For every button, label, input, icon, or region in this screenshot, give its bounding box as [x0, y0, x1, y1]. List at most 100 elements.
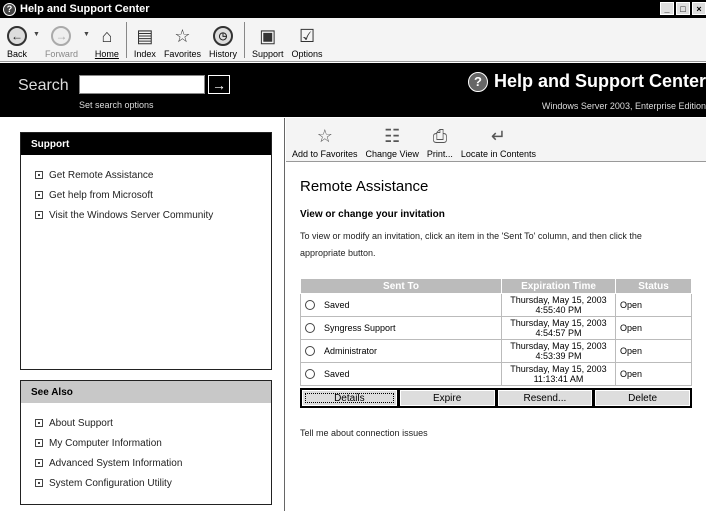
change-view-icon: ☷: [384, 126, 401, 146]
window-controls: _ □ ×: [660, 2, 706, 15]
connection-issues-link[interactable]: Tell me about connection issues: [300, 428, 428, 438]
change-view-label: Change View: [365, 149, 419, 159]
article-content: Remote Assistance View or change your in…: [300, 178, 700, 262]
sent-to-cell[interactable]: Administrator: [300, 339, 502, 363]
maximize-button[interactable]: □: [676, 2, 690, 15]
clock-icon: ◷: [212, 25, 234, 47]
index-button[interactable]: ▤ Index: [130, 19, 160, 61]
see-also-link-about-support[interactable]: About Support: [35, 413, 271, 433]
back-label: Back: [6, 49, 27, 59]
change-view-button[interactable]: ☷ Change View: [362, 119, 423, 161]
minimize-button[interactable]: _: [660, 2, 674, 15]
support-link-microsoft[interactable]: Get help from Microsoft: [35, 185, 271, 205]
back-button[interactable]: ← Back: [2, 19, 32, 61]
section-heading: View or change your invitation: [300, 209, 445, 220]
see-also-link-computer-info[interactable]: My Computer Information: [35, 433, 271, 453]
expiration-cell: Thursday, May 15, 2003 4:55:40 PM: [501, 293, 616, 317]
back-arrow-icon: ←: [6, 25, 28, 47]
sent-to-cell[interactable]: Saved: [300, 293, 502, 317]
toolbar-separator: [243, 22, 245, 58]
sent-to-cell[interactable]: Syngress Support: [300, 316, 502, 340]
content-toolbar: ☆ Add to Favorites ☷ Change View ⎙ Print…: [286, 118, 706, 162]
bullet-icon: [35, 459, 43, 467]
table-row[interactable]: Syngress Support Thursday, May 15, 2003 4…: [300, 316, 692, 340]
options-button[interactable]: ☑ Options: [288, 19, 327, 61]
main-toolbar: ← Back ▼ → Forward ▼ ⌂ Home ▤ Index ☆ Fa…: [0, 18, 706, 62]
list-item-label: My Computer Information: [49, 437, 162, 449]
expiration-time: 4:55:40 PM: [535, 305, 582, 315]
column-header-status[interactable]: Status: [615, 278, 692, 294]
delete-button[interactable]: Delete: [595, 390, 690, 406]
forward-dropdown-icon[interactable]: ▼: [83, 31, 90, 48]
home-icon: ⌂: [101, 25, 113, 46]
sent-to-text: Syngress Support: [324, 322, 396, 333]
table-row[interactable]: Saved Thursday, May 15, 2003 11:13:41 AM …: [300, 362, 692, 386]
help-icon: ?: [467, 71, 488, 92]
expiration-date: Thursday, May 15, 2003: [510, 318, 607, 328]
favorites-button[interactable]: ☆ Favorites: [160, 19, 205, 61]
star-plus-icon: ☆: [316, 126, 333, 146]
invitations-table: Sent To Expiration Time Status Saved Thu…: [300, 278, 692, 386]
print-button[interactable]: ⎙ Print...: [423, 119, 457, 161]
back-dropdown-icon[interactable]: ▼: [33, 31, 40, 48]
support-link-remote-assistance[interactable]: Get Remote Assistance: [35, 165, 271, 185]
history-label: History: [208, 49, 237, 59]
see-also-heading: See Also: [21, 381, 271, 403]
radio-button[interactable]: [305, 369, 315, 380]
status-cell: Open: [615, 293, 692, 317]
see-also-box: See Also About Support My Computer Infor…: [20, 380, 272, 505]
radio-button[interactable]: [305, 346, 315, 357]
bullet-icon: [35, 211, 43, 219]
radio-button[interactable]: [305, 323, 315, 334]
expiration-date: Thursday, May 15, 2003: [510, 364, 607, 374]
home-button[interactable]: ⌂ Home: [91, 19, 123, 61]
see-also-list: About Support My Computer Information Ad…: [21, 403, 271, 493]
bullet-icon: [35, 191, 43, 199]
sent-to-text: Administrator: [324, 345, 378, 356]
options-label: Options: [291, 49, 323, 59]
search-bar: Search → Set search options ? Help and S…: [0, 63, 706, 117]
instructions-text: To view or modify an invitation, click a…: [300, 231, 642, 258]
search-label: Search: [18, 77, 69, 94]
bullet-icon: [35, 419, 43, 427]
sent-to-cell[interactable]: Saved: [300, 362, 502, 386]
list-item-label: System Configuration Utility: [49, 477, 172, 489]
status-cell: Open: [615, 316, 692, 340]
expire-button[interactable]: Expire: [399, 390, 495, 406]
locate-in-contents-button[interactable]: ↵ Locate in Contents: [457, 119, 540, 161]
forward-button[interactable]: → Forward: [41, 19, 82, 61]
favorites-label: Favorites: [163, 49, 201, 59]
radio-button[interactable]: [305, 300, 315, 311]
history-button[interactable]: ◷ History: [205, 19, 241, 61]
see-also-link-advanced-info[interactable]: Advanced System Information: [35, 453, 271, 473]
column-header-expiration[interactable]: Expiration Time: [501, 278, 616, 294]
toolbar-separator: [125, 22, 127, 58]
details-button[interactable]: Details: [302, 390, 397, 406]
resend-button[interactable]: Resend...: [497, 390, 593, 406]
set-search-options-link[interactable]: Set search options: [79, 100, 154, 110]
expiration-date: Thursday, May 15, 2003: [510, 295, 607, 305]
support-label: Support: [251, 49, 284, 59]
expiration-cell: Thursday, May 15, 2003 4:53:39 PM: [501, 339, 616, 363]
list-item-label: About Support: [49, 417, 113, 429]
table-row[interactable]: Administrator Thursday, May 15, 2003 4:53…: [300, 339, 692, 363]
help-icon: ?: [3, 2, 16, 16]
column-header-sent-to[interactable]: Sent To: [300, 278, 502, 294]
locate-icon: ↵: [490, 126, 506, 146]
search-input[interactable]: [79, 75, 205, 94]
add-to-favorites-button[interactable]: ☆ Add to Favorites: [288, 119, 362, 161]
forward-arrow-icon: →: [50, 25, 72, 47]
support-link-community[interactable]: Visit the Windows Server Community: [35, 205, 271, 225]
support-button[interactable]: ▣ Support: [248, 19, 288, 61]
brand-title-text: Help and Support Center: [493, 71, 706, 91]
expiration-time: 4:54:57 PM: [535, 328, 582, 338]
add-favorites-label: Add to Favorites: [292, 149, 358, 159]
table-row[interactable]: Saved Thursday, May 15, 2003 4:55:40 PM O…: [300, 293, 692, 317]
see-also-link-sys-config[interactable]: System Configuration Utility: [35, 473, 271, 493]
sent-to-text: Saved: [324, 368, 350, 379]
star-icon: ☆: [174, 25, 191, 46]
printer-icon: ⎙: [432, 126, 448, 146]
invitation-button-bar: Details Expire Resend... Delete: [300, 388, 692, 408]
search-go-button[interactable]: →: [208, 75, 230, 94]
close-button[interactable]: ×: [692, 2, 706, 15]
